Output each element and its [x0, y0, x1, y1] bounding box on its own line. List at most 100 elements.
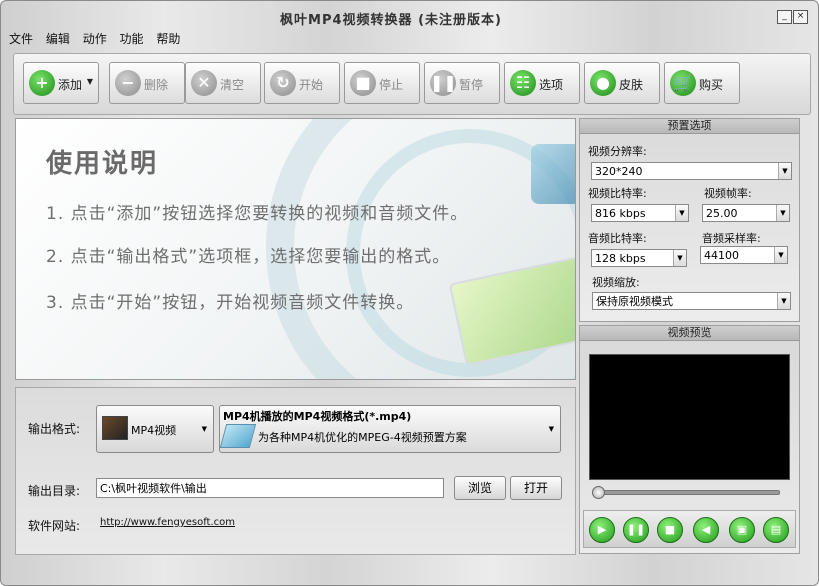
clear-button[interactable]: ✕ 清空: [185, 62, 261, 104]
close-button[interactable]: ×: [793, 10, 808, 24]
presets-header: 预置选项: [580, 119, 799, 134]
video-scale-value: 保持原视频模式: [596, 295, 673, 308]
chevron-down-icon: ▼: [778, 163, 791, 179]
browse-button[interactable]: 浏览: [454, 476, 506, 500]
presets-panel: 预置选项 视频分辨率: 320*240 ▼ 视频比特率: 视频帧率: 816 k…: [579, 118, 800, 322]
volume-icon[interactable]: ◀: [693, 517, 719, 543]
video-bitrate-label: 视频比特率:: [588, 187, 647, 200]
cart-icon: 🛒: [670, 70, 696, 96]
website-link[interactable]: http://www.fengyesoft.com: [100, 517, 235, 528]
slider-knob[interactable]: [592, 486, 605, 499]
plus-icon: +: [29, 70, 55, 96]
stop-icon[interactable]: ■: [657, 517, 683, 543]
play-icon[interactable]: ▶: [589, 517, 615, 543]
apple-icon: ●: [590, 70, 616, 96]
samplerate-label: 音频采样率:: [702, 232, 761, 245]
clear-label: 清空: [220, 78, 245, 92]
samplerate-value: 44100: [704, 249, 739, 262]
menu-help[interactable]: 帮助: [156, 30, 180, 47]
refresh-icon: ↻: [270, 70, 296, 96]
video-thumbnail-icon: [102, 416, 128, 440]
pause-icon: ❚❚: [430, 70, 457, 96]
chevron-down-icon: ▼: [673, 250, 686, 266]
start-button[interactable]: ↻ 开始: [264, 62, 340, 104]
options-button[interactable]: ☷ 选项: [504, 62, 580, 104]
instruction-step-1: 1. 点击“添加”按钮选择您要转换的视频和音频文件。: [46, 204, 469, 224]
instructions-panel: 使用说明 1. 点击“添加”按钮选择您要转换的视频和音频文件。 2. 点击“输出…: [15, 118, 576, 380]
stop-label: 停止: [379, 78, 404, 92]
instructions-title: 使用说明: [46, 149, 159, 179]
window-title: 枫叶MP4视频转换器 (未注册版本): [280, 13, 502, 28]
framerate-select[interactable]: 25.00 ▼: [702, 204, 790, 222]
samplerate-select[interactable]: 44100 ▼: [700, 246, 788, 264]
preview-seek-slider[interactable]: [592, 486, 780, 499]
video-bitrate-value: 816 kbps: [595, 207, 646, 220]
pause-label: 暂停: [459, 78, 484, 92]
instruction-step-3: 3. 点击“开始”按钮，开始视频音频文件转换。: [46, 293, 415, 313]
output-dir-input[interactable]: C:\枫叶视频软件\输出: [96, 478, 444, 498]
folder-icon[interactable]: ▤: [763, 517, 789, 543]
options-label: 选项: [539, 78, 564, 92]
pause-button[interactable]: ❚❚ 暂停: [424, 62, 500, 104]
add-label: 添加: [58, 78, 83, 92]
minus-icon: −: [115, 70, 141, 96]
chevron-down-icon: ▼: [777, 293, 790, 309]
buy-label: 购买: [699, 78, 724, 92]
format-title: MP4机播放的MP4视频格式(*.mp4): [223, 410, 412, 423]
open-button[interactable]: 打开: [510, 476, 562, 500]
chevron-down-icon: ▼: [774, 247, 787, 263]
pause-icon[interactable]: ❚❚: [623, 517, 649, 543]
chevron-down-icon: ▼: [675, 205, 688, 221]
chevron-down-icon: ▼: [548, 425, 554, 433]
options-icon: ☷: [510, 70, 536, 96]
add-button[interactable]: + 添加 ▼: [23, 62, 99, 104]
menu-edit[interactable]: 编辑: [46, 30, 70, 47]
stop-icon: ■: [350, 70, 376, 96]
skin-button[interactable]: ● 皮肤: [584, 62, 660, 104]
website-label: 软件网站:: [28, 519, 81, 533]
menu-function[interactable]: 功能: [120, 30, 144, 47]
audio-bitrate-select[interactable]: 128 kbps ▼: [591, 249, 687, 267]
buy-button[interactable]: 🛒 购买: [664, 62, 740, 104]
minimize-button[interactable]: _: [777, 10, 792, 24]
menu-file[interactable]: 文件: [9, 30, 33, 47]
output-format-label: 输出格式:: [28, 422, 81, 436]
mp4-player-icon: [219, 424, 257, 448]
audio-bitrate-label: 音频比特率:: [588, 232, 647, 245]
delete-button[interactable]: − 删除: [109, 62, 185, 104]
skin-label: 皮肤: [619, 78, 644, 92]
chevron-down-icon: ▼: [86, 77, 93, 86]
output-dir-label: 输出目录:: [28, 484, 81, 498]
output-panel: 输出格式: MP4视频 ▼ MP4机播放的MP4视频格式(*.mp4) 为各种M…: [15, 387, 576, 555]
instruction-step-2: 2. 点击“输出格式”选项框，选择您要输出的格式。: [46, 247, 451, 267]
menu-action[interactable]: 动作: [83, 30, 107, 47]
preview-header: 视频预览: [580, 326, 799, 341]
framerate-value: 25.00: [706, 207, 738, 220]
video-scale-label: 视频缩放:: [592, 276, 640, 289]
video-preview-screen: [589, 354, 790, 480]
start-label: 开始: [299, 78, 324, 92]
snapshot-icon[interactable]: ▣: [729, 517, 755, 543]
film-icon: [531, 144, 575, 204]
resolution-label: 视频分辨率:: [588, 145, 647, 158]
stop-button[interactable]: ■ 停止: [344, 62, 420, 104]
audio-bitrate-value: 128 kbps: [595, 252, 646, 265]
menu-bar: 文件 编辑 动作 功能 帮助: [9, 30, 189, 48]
video-bitrate-select[interactable]: 816 kbps ▼: [591, 204, 689, 222]
chevron-down-icon: ▼: [776, 205, 789, 221]
app-window: 枫叶MP4视频转换器 (未注册版本) _ × 文件 编辑 动作 功能 帮助 + …: [0, 0, 819, 586]
playback-controls: ▶ ❚❚ ■ ◀ ▣ ▤: [583, 510, 796, 548]
video-scale-select[interactable]: 保持原视频模式 ▼: [592, 292, 791, 310]
chevron-down-icon: ▼: [201, 425, 207, 433]
delete-label: 删除: [144, 78, 169, 92]
framerate-label: 视频帧率:: [704, 187, 752, 200]
format-category-button[interactable]: MP4视频 ▼: [96, 405, 214, 453]
toolbar: + 添加 ▼ − 删除 ✕ 清空 ↻ 开始 ■ 停止 ❚❚ 暂停 ☷ 选项 ●: [13, 53, 811, 115]
clear-icon: ✕: [191, 70, 217, 96]
format-description: 为各种MP4机优化的MPEG-4视频预置方案: [258, 431, 467, 444]
format-category-label: MP4视频: [131, 424, 177, 437]
resolution-value: 320*240: [595, 165, 643, 178]
output-format-select[interactable]: MP4机播放的MP4视频格式(*.mp4) 为各种MP4机优化的MPEG-4视频…: [219, 405, 561, 453]
resolution-select[interactable]: 320*240 ▼: [591, 162, 792, 180]
preview-panel: 视频预览 ▶ ❚❚ ■ ◀ ▣ ▤: [579, 325, 800, 554]
